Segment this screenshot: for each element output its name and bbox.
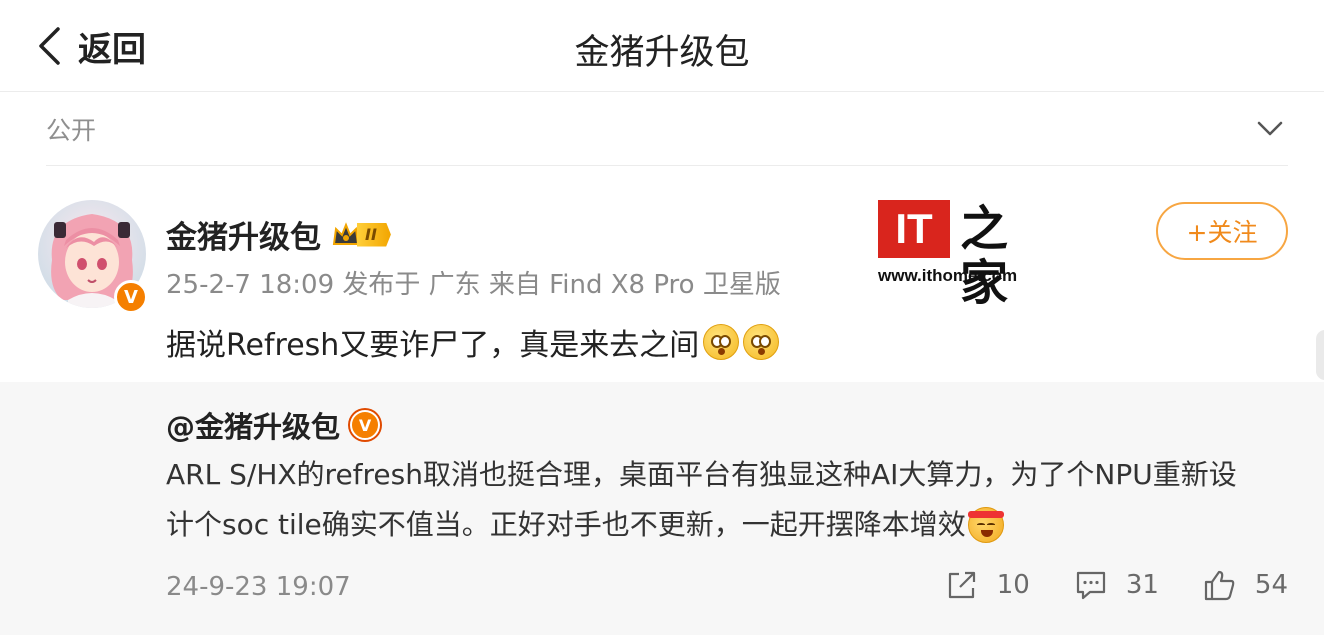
crown-icon	[332, 221, 360, 245]
nav-bar: 返回 金猪升级包	[0, 0, 1324, 92]
share-count: 10	[996, 570, 1030, 600]
headband-face-emoji-icon	[967, 507, 1004, 543]
comment-icon	[1076, 571, 1105, 600]
repost-text-line: 计个soc tile确实不值当。正好对手也不更新，一起开摆降本增效	[166, 500, 1286, 550]
post-username[interactable]: 金猪升级包 II	[166, 212, 391, 257]
thumbs-up-icon	[1204, 570, 1235, 601]
post-content: 据说Refresh又要诈尸了，真是来去之间	[166, 320, 780, 364]
verified-badge-icon: V	[350, 410, 381, 440]
level-tag: II	[357, 222, 391, 247]
visibility-label: 公开	[46, 115, 97, 145]
like-count: 54	[1254, 570, 1288, 600]
repost-text-line: ARL S/HX的refresh取消也挺合理，桌面平台有独显这种AI大算力，为了…	[166, 458, 1237, 491]
ithome-watermark: IT 之家 www.ithome.com	[878, 200, 1028, 310]
scroll-handle[interactable]	[1316, 330, 1324, 380]
follow-button[interactable]: +关注	[1156, 202, 1288, 260]
visibility-selector[interactable]: 公开	[46, 92, 1288, 166]
post-content-text: 据说Refresh又要诈尸了，真是来去之间	[166, 328, 700, 363]
repost-username[interactable]: @金猪升级包 V	[166, 404, 381, 446]
repost-timestamp: 24-9-23 19:07	[166, 572, 351, 602]
page-title: 金猪升级包	[574, 33, 750, 73]
username-text: 金猪升级包	[166, 220, 321, 256]
share-icon	[948, 571, 975, 599]
comment-count: 31	[1125, 570, 1159, 600]
post-card: V 金猪升级包 II 25-2-7 18:09 发布于 广东 来自 Find X…	[0, 166, 1324, 382]
repost-text: ARL S/HX的refresh取消也挺合理，桌面平台有独显这种AI大算力，为了…	[166, 450, 1286, 550]
comment-button[interactable]: 31	[1074, 568, 1159, 602]
repost-text-line-content: 计个soc tile确实不值当。正好对手也不更新，一起开摆降本增效	[166, 508, 966, 541]
repost-username-text: @金猪升级包	[166, 410, 341, 444]
flushed-face-emoji-icon	[743, 324, 780, 360]
chevron-down-icon[interactable]	[1256, 120, 1284, 138]
ithome-logo-chinese: 之家	[960, 201, 1009, 311]
avatar[interactable]: V	[38, 200, 148, 314]
repost-card[interactable]: @金猪升级包 V ARL S/HX的refresh取消也挺合理，桌面平台有独显这…	[0, 382, 1324, 635]
ithome-url: www.ithome.com	[878, 266, 1018, 285]
action-bar: 10 31 54	[901, 568, 1288, 602]
like-button[interactable]: 54	[1203, 568, 1288, 602]
ithome-logo: IT	[878, 200, 950, 258]
post-meta: 25-2-7 18:09 发布于 广东 来自 Find X8 Pro 卫星版	[166, 270, 781, 300]
vip-level-badge: II	[331, 220, 391, 250]
flushed-face-emoji-icon	[703, 324, 740, 360]
share-button[interactable]: 10	[945, 568, 1030, 602]
verified-badge-icon: V	[114, 280, 148, 314]
